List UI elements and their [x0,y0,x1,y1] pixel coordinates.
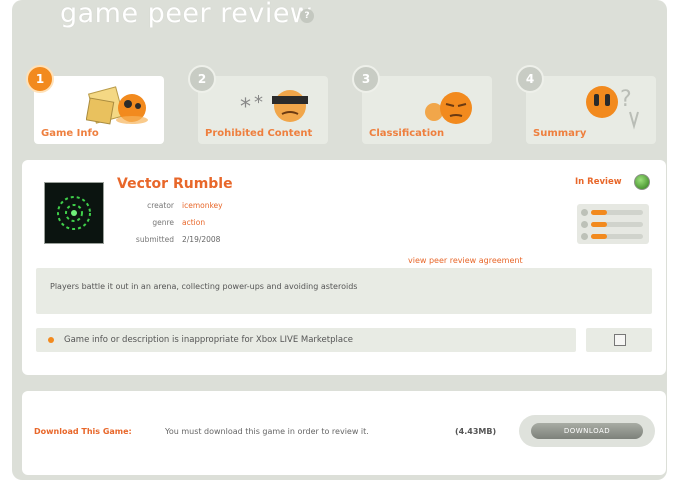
creator-value[interactable]: icemonkey [182,201,223,210]
status-indicator-icon [634,174,650,190]
progress-fill [591,234,607,239]
summary-icon: ? [586,86,639,130]
classification-icon [425,92,472,124]
progress-circle-icon [581,233,588,240]
progress-bar [591,222,643,227]
download-size: (4.43MB) [455,427,497,436]
progress-circle-icon [581,209,588,216]
download-card: Download This Game: You must download th… [22,391,666,475]
tab-prohibited-content-label: Prohibited Content [205,128,313,139]
svg-text:*: * [254,92,263,113]
tab-1-badge: 1 [26,65,54,93]
status-text: In Review [575,177,622,187]
flag-text: Game info or description is inappropriat… [64,335,353,345]
genre-key: genre [152,218,174,227]
progress-fill [591,210,607,215]
progress-circle-icon [581,221,588,228]
tab-classification-label: Classification [369,128,445,139]
svg-text:*: * [240,95,251,120]
tab-game-info-label: Game Info [41,128,99,139]
tab-2-badge: 2 [188,65,216,93]
submitted-key: submitted [135,235,174,244]
flag-checkbox[interactable] [614,334,626,346]
progress-bar [591,210,643,215]
peer-review-agreement-link[interactable]: view peer review agreement [408,256,523,265]
tab-3-badge: 3 [352,65,380,93]
progress-fill [591,222,607,227]
creator-key: creator [147,201,174,210]
tab-summary-label: Summary [533,128,587,139]
tab-prohibited-content[interactable]: * * Prohibited Content [198,76,328,144]
tab-4-badge: 4 [516,65,544,93]
flag-item: Game info or description is inappropriat… [36,328,576,352]
game-title: Vector Rumble [117,176,233,192]
flag-checkbox-cell [586,328,652,352]
game-thumbnail [44,182,104,244]
help-icon[interactable]: ? [300,9,314,23]
svg-text:?: ? [620,87,632,112]
progress-bar [591,234,643,239]
game-info-icon [86,86,148,125]
genre-value: action [182,218,206,227]
review-progress [577,204,649,244]
prohibited-content-icon: * * [240,90,308,122]
download-button-wrap: DOWNLOAD [519,415,655,447]
submitted-value: 2/19/2008 [182,235,221,244]
download-button[interactable]: DOWNLOAD [531,423,643,439]
tab-summary[interactable]: ? Summary [526,76,656,144]
game-info-card: Vector Rumble creator icemonkey genre ac… [22,160,666,375]
download-label: Download This Game: [34,427,132,436]
page-title: game peer review [60,0,313,29]
game-thumbnail-art [57,196,91,230]
game-description: Players battle it out in an arena, colle… [50,282,358,291]
tab-classification[interactable]: Classification [362,76,492,144]
description-box: Players battle it out in an arena, colle… [36,268,652,314]
tab-game-info[interactable]: Game Info [34,76,164,144]
download-instructions: You must download this game in order to … [165,427,369,436]
bullet-icon [48,337,54,343]
